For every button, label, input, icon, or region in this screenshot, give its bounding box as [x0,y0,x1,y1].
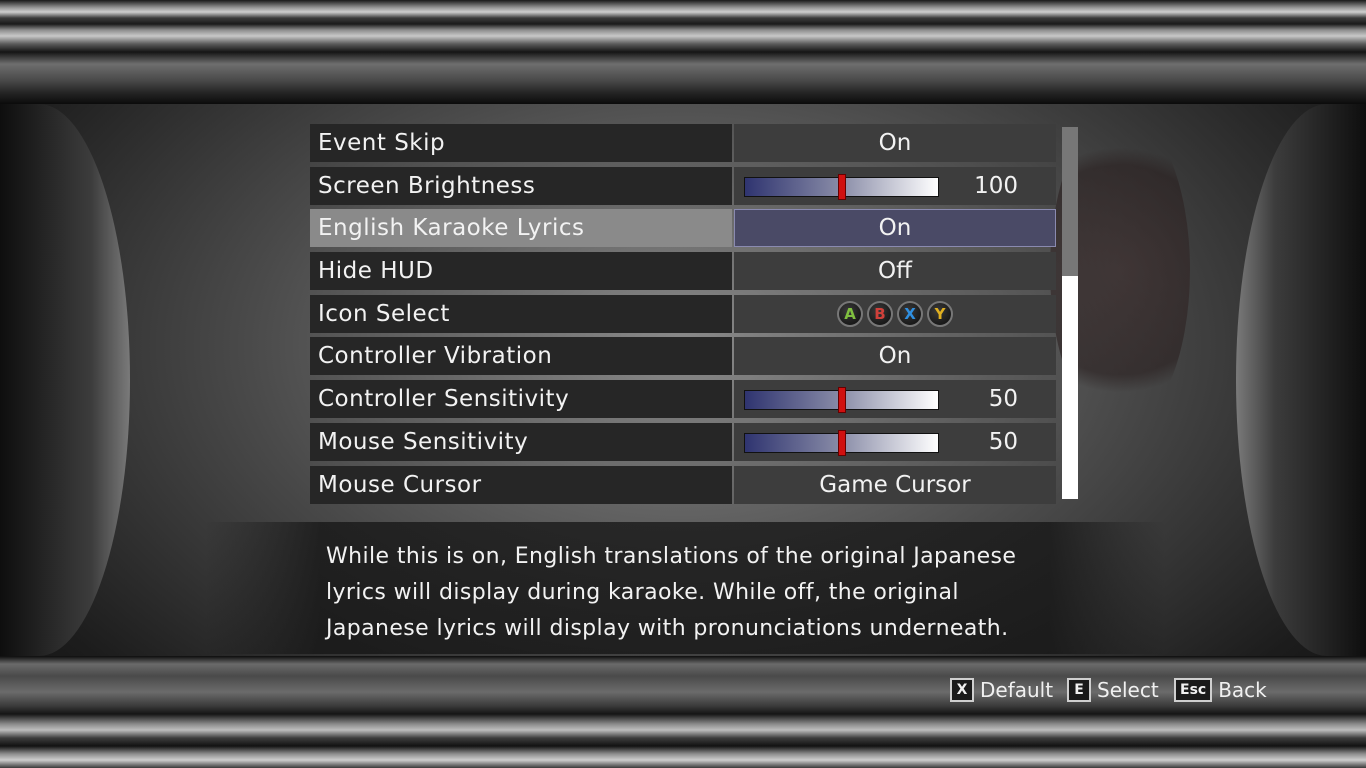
select-hint-label: Select [1097,678,1159,702]
back-hint-label: Back [1218,678,1267,702]
option-row-event-skip[interactable]: Event Skip On [310,124,1056,162]
option-label: Mouse Cursor [310,465,732,504]
scrollbar-thumb[interactable] [1062,127,1078,276]
slider-knob[interactable] [838,387,846,414]
slider-value: 50 [988,386,1018,413]
option-value[interactable]: On [734,124,1056,162]
option-label: Mouse Sensitivity [310,422,732,461]
option-row-english-karaoke-lyrics[interactable]: English Karaoke Lyrics On [310,209,1056,248]
option-row-mouse-cursor[interactable]: Mouse Cursor Game Cursor [310,465,1056,504]
default-hint-label: Default [980,678,1054,702]
left-chrome-pillar [0,104,130,656]
e-key-icon: E [1067,678,1091,702]
bottom-chrome-band [0,656,1366,768]
slider-knob[interactable] [838,173,846,200]
option-slider-cell[interactable]: 50 [734,422,1056,461]
slider-knob[interactable] [838,429,846,456]
option-label: Screen Brightness [310,166,732,205]
option-slider-cell[interactable]: 50 [734,380,1056,419]
right-chrome-pillar [1236,104,1366,656]
b-button-icon: B [867,300,893,327]
brightness-slider[interactable] [744,173,939,200]
back-hint[interactable]: Esc Back [1174,678,1267,702]
option-label: Event Skip [310,124,732,162]
x-key-icon: X [950,678,974,702]
option-row-hide-hud[interactable]: Hide HUD Off [310,252,1056,291]
top-chrome-band [0,0,1366,104]
option-value[interactable]: Game Cursor [734,465,1056,504]
option-row-controller-sensitivity[interactable]: Controller Sensitivity 50 [310,380,1056,419]
options-list: Event Skip On Screen Brightness 100 Engl… [310,124,1056,508]
option-label: English Karaoke Lyrics [310,209,732,248]
description-line-3: Japanese lyrics will display with pronun… [326,616,1009,641]
options-scrollbar[interactable] [1062,127,1078,499]
option-row-controller-vibration[interactable]: Controller Vibration On [310,337,1056,376]
option-icons-cell[interactable]: A B X Y [734,294,1056,333]
option-label: Controller Sensitivity [310,380,732,419]
mouse-sensitivity-slider[interactable] [744,429,939,456]
option-label: Controller Vibration [310,337,732,376]
option-row-mouse-sensitivity[interactable]: Mouse Sensitivity 50 [310,422,1056,461]
a-button-icon: A [837,300,863,327]
description-line-2: lyrics will display during karaoke. Whil… [326,580,959,605]
option-value[interactable]: On [734,209,1056,248]
select-hint[interactable]: E Select [1067,678,1159,702]
option-value[interactable]: On [734,337,1056,376]
x-button-icon: X [897,300,923,327]
option-row-icon-select[interactable]: Icon Select A B X Y [310,294,1056,333]
esc-key-icon: Esc [1174,678,1213,702]
option-value[interactable]: Off [734,252,1056,291]
slider-value: 50 [988,428,1018,455]
option-row-screen-brightness[interactable]: Screen Brightness 100 [310,166,1056,205]
description-line-1: While this is on, English translations o… [326,544,1017,569]
option-label: Hide HUD [310,252,732,291]
y-button-icon: Y [927,300,953,327]
slider-value: 100 [974,172,1018,199]
controller-sensitivity-slider[interactable] [744,387,939,414]
default-hint[interactable]: X Default [950,678,1053,702]
option-label: Icon Select [310,294,732,333]
option-slider-cell[interactable]: 100 [734,166,1056,205]
